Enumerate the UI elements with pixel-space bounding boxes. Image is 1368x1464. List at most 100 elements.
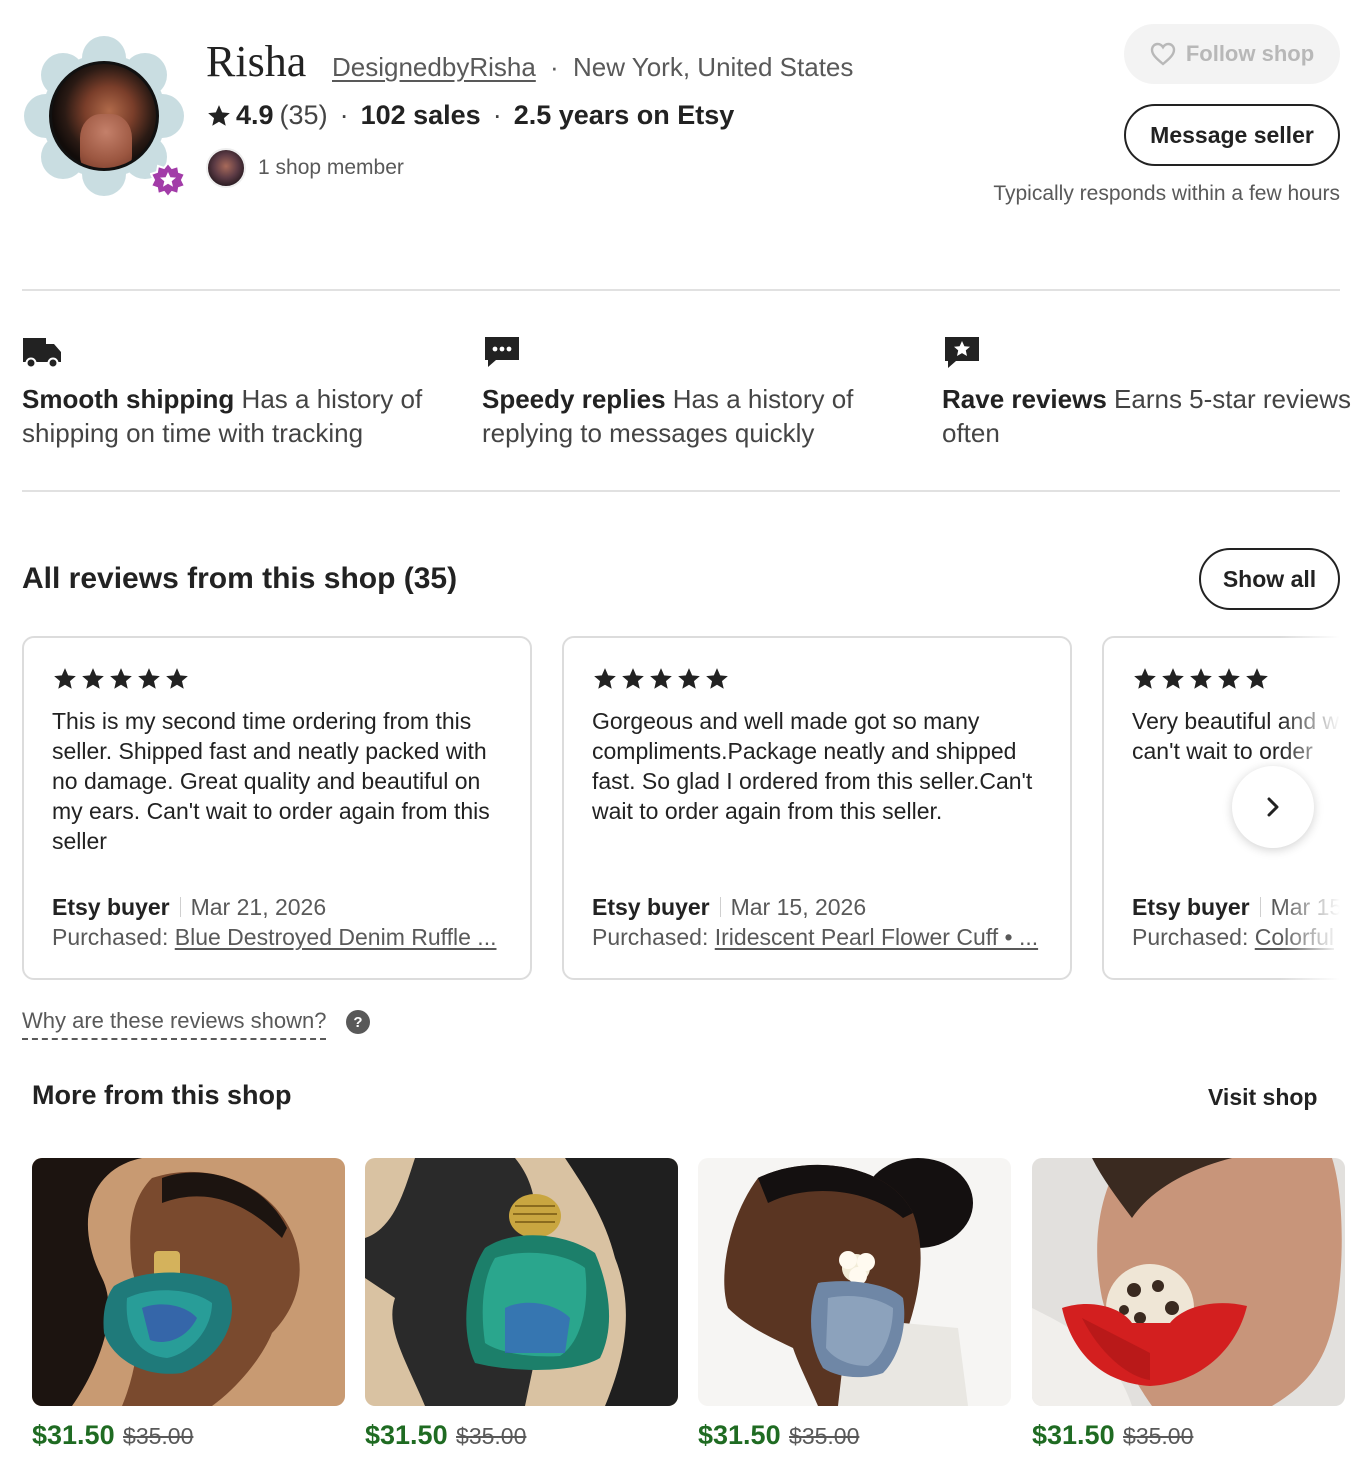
earring-photo xyxy=(698,1158,1011,1406)
visit-shop-link[interactable]: Visit shop xyxy=(1208,1084,1318,1111)
divider xyxy=(22,490,1340,492)
heart-icon xyxy=(1150,42,1176,66)
review-date: Mar 21, 2026 xyxy=(190,894,327,920)
member-count: 1 shop member xyxy=(258,156,404,179)
highlight-title: Speedy replies xyxy=(482,384,666,414)
review-text: This is my second time ordering from thi… xyxy=(52,708,490,854)
sale-price: $31.50 xyxy=(698,1420,781,1450)
separator-dot: · xyxy=(550,52,559,82)
sale-price: $31.50 xyxy=(32,1420,115,1450)
product-image[interactable] xyxy=(698,1158,1011,1406)
chat-bubble-icon xyxy=(485,337,519,367)
reviewer-name: Etsy buyer xyxy=(1132,894,1250,920)
divider xyxy=(719,897,721,917)
why-reviews-shown-link[interactable]: Why are these reviews shown? xyxy=(22,1008,327,1040)
star-icon xyxy=(594,668,616,689)
shop-stats: 4.9 (35) · 102 sales · 2.5 years on Etsy xyxy=(206,100,734,131)
message-seller-button[interactable]: Message seller xyxy=(1124,104,1340,166)
earring-photo xyxy=(32,1158,345,1406)
price-row: $31.50 $35.00 xyxy=(698,1420,1011,1451)
shop-members[interactable]: 1 shop member xyxy=(206,148,404,188)
review-card: Gorgeous and well made got so many compl… xyxy=(562,636,1072,980)
sale-price: $31.50 xyxy=(365,1420,448,1450)
show-all-reviews-button[interactable]: Show all xyxy=(1199,548,1340,610)
review-text: Gorgeous and well made got so many compl… xyxy=(592,708,1033,824)
star-seller-badge-icon xyxy=(150,162,186,198)
star-icon xyxy=(1190,668,1212,689)
product-card[interactable]: $31.50 $35.00 xyxy=(698,1158,1011,1451)
carousel-next-button[interactable] xyxy=(1232,766,1314,848)
star-icon xyxy=(706,668,728,689)
highlight-reviews: Rave reviews Earns 5-star reviews often xyxy=(942,334,1362,450)
separator-dot: · xyxy=(339,100,349,130)
sales-count: 102 sales xyxy=(360,100,481,130)
review-rating xyxy=(1132,666,1340,694)
review-rating xyxy=(52,666,502,694)
reviews-heading: All reviews from this shop (35) xyxy=(22,562,458,595)
follow-shop-button[interactable]: Follow shop xyxy=(1124,24,1340,84)
star-icon xyxy=(166,668,188,689)
star-icon xyxy=(1134,668,1156,689)
sale-price: $31.50 xyxy=(1032,1420,1115,1450)
product-image[interactable] xyxy=(365,1158,678,1406)
shop-name: Risha xyxy=(206,37,307,86)
star-icon xyxy=(678,668,700,689)
purchased-label: Purchased: xyxy=(1132,924,1249,950)
review-meta: Etsy buyer Mar 21, 2026 xyxy=(52,894,502,921)
review-meta: Etsy buyer Mar 15, 2026 xyxy=(592,894,1042,921)
highlight-shipping: Smooth shipping Has a history of shippin… xyxy=(22,334,442,450)
member-avatar xyxy=(206,148,246,188)
purchased-item-link[interactable]: Blue Destroyed Denim Ruffle ... xyxy=(175,924,497,950)
review-date: Mar 15, 2026 xyxy=(730,894,867,920)
price-row: $31.50 $35.00 xyxy=(365,1420,678,1451)
star-icon xyxy=(650,668,672,689)
product-image[interactable] xyxy=(1032,1158,1345,1406)
product-card[interactable]: $31.50 $35.00 xyxy=(1032,1158,1345,1451)
purchased-item-link[interactable]: Iridescent Pearl Flower Cuff • ... xyxy=(715,924,1038,950)
original-price: $35.00 xyxy=(789,1423,860,1449)
star-icon xyxy=(138,668,160,689)
review-purchased-item: Purchased: Blue Destroyed Denim Ruffle .… xyxy=(52,924,502,951)
product-card[interactable]: $31.50 $35.00 xyxy=(365,1158,678,1451)
star-icon xyxy=(1218,668,1240,689)
follow-shop-label: Follow shop xyxy=(1185,41,1315,66)
highlight-title: Rave reviews xyxy=(942,384,1107,414)
star-icon xyxy=(110,668,132,689)
divider xyxy=(22,289,1340,291)
review-purchased-item: Purchased: Colorful xyxy=(1132,924,1340,951)
shop-handle-link[interactable]: DesignedbyRisha xyxy=(332,52,536,83)
shop-avatar[interactable] xyxy=(24,36,186,198)
review-date: Mar 15 xyxy=(1270,894,1340,920)
svg-text:?: ? xyxy=(353,1014,362,1031)
review-card: This is my second time ordering from thi… xyxy=(22,636,532,980)
product-image[interactable] xyxy=(32,1158,345,1406)
earring-photo xyxy=(365,1158,678,1406)
divider xyxy=(179,897,181,917)
shop-location: New York, United States xyxy=(573,52,854,82)
shop-tenure: 2.5 years on Etsy xyxy=(513,100,735,130)
star-icon xyxy=(82,668,104,689)
review-text: Very beautiful and w glad I orderd got a… xyxy=(1132,708,1340,764)
reviews-carousel[interactable]: This is my second time ordering from thi… xyxy=(22,636,1340,982)
price-row: $31.50 $35.00 xyxy=(32,1420,345,1451)
star-icon xyxy=(1162,668,1184,689)
response-time-note: Typically responds within a few hours xyxy=(993,182,1340,205)
product-card[interactable]: $31.50 $35.00 xyxy=(32,1158,345,1451)
star-icon xyxy=(1246,668,1268,689)
highlight-title: Smooth shipping xyxy=(22,384,235,414)
reviewer-name: Etsy buyer xyxy=(592,894,710,920)
reviewer-name: Etsy buyer xyxy=(52,894,170,920)
price-row: $31.50 $35.00 xyxy=(1032,1420,1345,1451)
rating-value: 4.9 xyxy=(236,100,274,130)
rating-count: (35) xyxy=(279,100,328,130)
purchased-label: Purchased: xyxy=(592,924,709,950)
original-price: $35.00 xyxy=(1123,1423,1194,1449)
divider xyxy=(1259,897,1261,917)
earring-photo xyxy=(1032,1158,1345,1406)
purchased-item-link[interactable]: Colorful xyxy=(1255,924,1334,950)
separator-dot: · xyxy=(492,100,502,130)
review-purchased-item: Purchased: Iridescent Pearl Flower Cuff … xyxy=(592,924,1042,951)
star-icon xyxy=(208,104,230,126)
question-mark-icon[interactable]: ? xyxy=(346,1010,370,1034)
more-from-shop-heading: More from this shop xyxy=(32,1080,292,1110)
